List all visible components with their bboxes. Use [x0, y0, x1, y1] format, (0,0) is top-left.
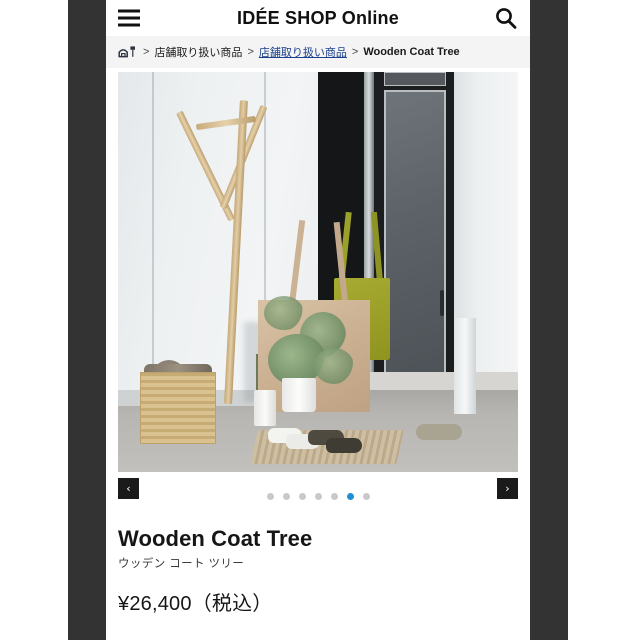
product-info: Wooden Coat Tree ウッデン コート ツリー ¥26,400（税込…	[106, 512, 530, 616]
hamburger-bar	[118, 23, 140, 27]
scene-slipper	[326, 438, 362, 453]
gallery-dot-7[interactable]	[362, 492, 370, 500]
scene-shoe	[416, 424, 462, 440]
screenshot-root: IDÉE SHOP Online > 店舗取り扱い商品 > 店舗取り扱い商品 >…	[0, 0, 640, 640]
hamburger-bar	[118, 16, 140, 20]
breadcrumb-item-2[interactable]: 店舗取り扱い商品	[259, 44, 347, 60]
gallery-prev-button[interactable]: ‹	[118, 478, 139, 499]
product-gallery	[106, 68, 530, 472]
home-shop-icon[interactable]	[118, 45, 138, 59]
device-bezel-right	[530, 0, 568, 640]
device-bezel-left	[68, 0, 106, 640]
scene-pillar	[454, 318, 476, 414]
scene-basket	[140, 372, 216, 444]
gallery-dot-1[interactable]	[266, 492, 274, 500]
scene-wall-seam	[152, 72, 154, 392]
hamburger-menu-icon[interactable]	[118, 9, 140, 27]
scene-plant-stem	[256, 354, 258, 394]
gallery-dot-4[interactable]	[314, 492, 322, 500]
breadcrumb: > 店舗取り扱い商品 > 店舗取り扱い商品 > Wooden Coat Tree	[106, 36, 530, 68]
gallery-dots	[266, 492, 370, 500]
gallery-dot-6[interactable]	[346, 492, 354, 500]
breadcrumb-separator: >	[143, 46, 150, 58]
product-hero-image[interactable]	[118, 72, 518, 472]
breadcrumb-separator: >	[351, 46, 359, 58]
gallery-carousel-nav: ‹ ›	[118, 478, 518, 512]
page-viewport: IDÉE SHOP Online > 店舗取り扱い商品 > 店舗取り扱い商品 >…	[106, 0, 530, 640]
scene-foliage	[314, 348, 354, 384]
breadcrumb-item-1[interactable]: 店舗取り扱い商品	[154, 44, 242, 60]
scene-foliage	[264, 296, 304, 330]
scene-door-transom	[384, 72, 446, 86]
breadcrumb-item-current: Wooden Coat Tree	[363, 46, 460, 58]
product-price: ¥26,400（税込）	[118, 593, 273, 616]
site-header: IDÉE SHOP Online	[106, 0, 530, 36]
gallery-dot-2[interactable]	[282, 492, 290, 500]
scene-door-panel	[384, 90, 446, 406]
gallery-dot-3[interactable]	[298, 492, 306, 500]
breadcrumb-separator: >	[247, 46, 254, 58]
gallery-dot-5[interactable]	[330, 492, 338, 500]
scene-door-handle	[440, 290, 444, 316]
product-subtitle: ウッデン コート ツリー	[118, 558, 245, 571]
scene-plant-pot	[254, 390, 276, 426]
hamburger-bar	[118, 9, 140, 13]
product-title: Wooden Coat Tree	[118, 526, 313, 551]
site-title: IDÉE SHOP Online	[237, 7, 399, 28]
gallery-next-button[interactable]: ›	[497, 478, 518, 499]
scene-plant-pot	[282, 378, 316, 412]
search-icon[interactable]	[494, 6, 518, 30]
